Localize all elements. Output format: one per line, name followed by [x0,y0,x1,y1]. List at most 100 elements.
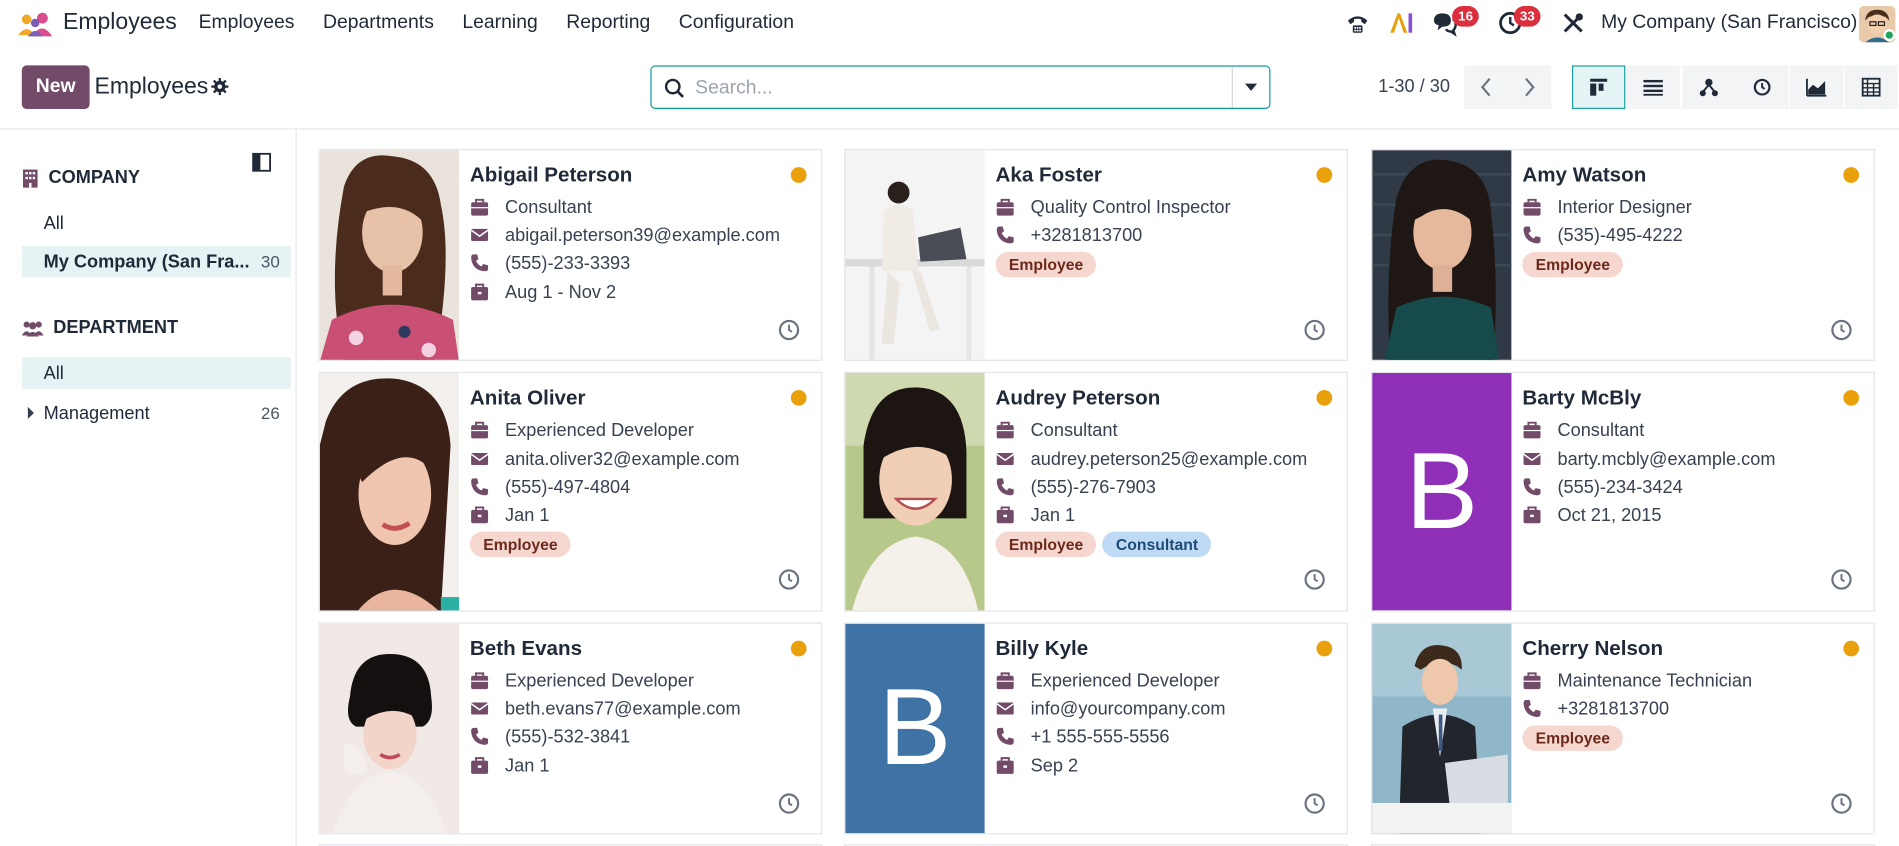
caret-down-icon [1245,83,1258,91]
department-filter-all[interactable]: All [21,357,291,389]
pager-next-button[interactable] [1507,65,1552,109]
activity-clock-icon[interactable] [778,792,801,815]
list-view-button[interactable] [1626,65,1680,109]
search-options-toggle[interactable] [1233,67,1269,108]
employee-card[interactable]: Audrey Peterson Consultant audrey.peters… [844,371,1348,612]
employee-name: Audrey Peterson [995,386,1161,410]
tag-employee: Employee [995,531,1097,558]
activity-clock-icon[interactable] [1303,319,1326,342]
activity-clock-icon[interactable] [1830,792,1853,815]
phone-icon [996,478,1014,496]
menu-learning[interactable]: Learning [462,12,537,34]
pager-value[interactable]: 1-30 / 30 [1378,76,1450,97]
new-button[interactable]: New [21,65,90,109]
app-name[interactable]: Employees [63,10,177,37]
suitcase-icon [471,283,489,301]
employees-app-icon[interactable] [17,11,53,38]
activity-clock-icon[interactable] [1303,792,1326,815]
kanban-view-button[interactable] [1572,65,1626,109]
employee-job: Consultant [996,418,1118,442]
envelope-icon [470,228,489,242]
employee-job: Consultant [1522,418,1644,442]
tag-consultant: Consultant [1102,531,1212,558]
filter-label: All [43,212,64,234]
employee-tags: Employee [1522,251,1624,278]
online-status-dot [1883,29,1896,42]
company-filter-my-company[interactable]: My Company (San Fra... 30 [21,245,291,278]
activity-clock-icon[interactable] [778,319,801,342]
kanban-icon [1590,78,1608,96]
briefcase-icon [1523,672,1541,690]
briefcase-icon [471,421,489,439]
employee-card[interactable]: Aka Foster Quality Control Inspector +32… [844,148,1348,361]
activity-clock-icon[interactable] [1830,568,1853,591]
caret-right-icon[interactable] [27,406,34,420]
employee-card[interactable]: Amy Watson Interior Designer (535)-495-4… [1370,148,1875,361]
searchpanel-sidebar: COMPANY All My Company (San Fra... 30 DE… [0,129,297,846]
employee-phone: (535)-495-4222 [1522,223,1683,247]
pager-previous-button[interactable] [1464,65,1508,109]
department-section-title: DEPARTMENT [53,317,179,338]
tools-icon[interactable] [1560,10,1587,37]
hierarchy-view-button[interactable] [1682,65,1736,109]
activity-clock-icon[interactable] [1830,319,1853,342]
ai-icon[interactable] [1388,10,1415,37]
employee-dates: Jan 1 [470,753,549,777]
employee-job: Interior Designer [1522,195,1692,219]
department-filter-management[interactable]: Management 26 [22,397,291,428]
employee-card[interactable]: Abigail Peterson Consultant abigail.pete… [318,148,823,361]
phone-icon [471,727,489,745]
employee-phone-text: +3281813700 [1030,224,1143,246]
employee-card[interactable]: Anita Oliver Experienced Developer anita… [318,371,823,612]
employee-phone: +3281813700 [996,223,1143,247]
employee-job-text: Quality Control Inspector [1030,196,1231,218]
search-input[interactable] [695,73,1229,103]
menu-configuration[interactable]: Configuration [679,12,794,34]
activities-badge: 33 [1513,6,1541,27]
presence-status-dot [1316,167,1333,183]
employee-tags: Employee [995,251,1097,278]
sidebar-toggle-icon[interactable] [252,152,271,172]
employee-email-text: anita.oliver32@example.com [505,448,740,470]
filter-count: 26 [260,403,280,423]
menu-employees[interactable]: Employees [199,12,295,34]
presence-status-dot [1843,167,1860,183]
employee-name: Abigail Peterson [469,163,633,187]
employee-dates: Jan 1 [996,503,1075,527]
employee-dates-text: Sep 2 [1030,755,1079,776]
company-filter-all[interactable]: All [22,207,291,238]
employee-tags: Employee [469,531,571,558]
employee-card[interactable]: Beth Evans Experienced Developer beth.ev… [318,622,823,835]
activity-clock-icon[interactable] [1303,568,1326,591]
company-switcher[interactable]: My Company (San Francisco) [1601,12,1857,34]
employee-job-text: Consultant [505,196,592,218]
pivot-view-button[interactable] [1844,65,1898,109]
employee-photo [845,373,985,611]
menu-departments[interactable]: Departments [323,12,434,34]
employee-photo [319,623,460,834]
employee-email: barty.mcbly@example.com [1522,447,1775,471]
menu-reporting[interactable]: Reporting [566,12,650,34]
breadcrumb: Employees [94,73,209,100]
filter-label: My Company (San Fra... [43,251,250,272]
graph-view-button[interactable] [1790,65,1844,109]
phone-icon[interactable] [1344,10,1371,37]
activity-view-button[interactable] [1735,65,1789,109]
employee-letter-avatar: B [1372,373,1512,611]
gear-icon[interactable] [211,78,229,96]
company-section-title: COMPANY [48,167,140,188]
briefcase-icon [471,672,489,690]
employee-name: Cherry Nelson [1522,637,1664,661]
employee-card[interactable]: Cherry Nelson Maintenance Technician +32… [1370,622,1875,835]
envelope-icon [996,452,1015,466]
area-chart-icon [1806,78,1827,97]
employee-card[interactable]: B Barty McBly Consultant barty.mcbly@exa… [1370,371,1875,612]
employee-job-text: Interior Designer [1557,196,1692,218]
briefcase-icon [471,198,489,216]
employee-card[interactable]: B Billy Kyle Experienced Developer info@… [844,622,1348,835]
activity-clock-icon[interactable] [778,568,801,591]
hierarchy-icon [1699,78,1718,97]
employee-name: Barty McBly [1522,386,1642,410]
suitcase-icon [996,506,1014,524]
phone-icon [996,727,1014,745]
